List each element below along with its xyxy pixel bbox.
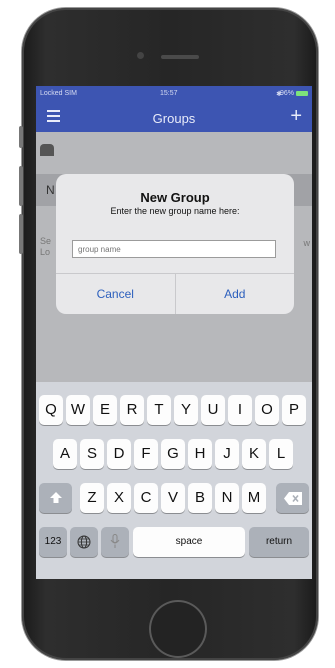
battery-icon <box>296 91 308 96</box>
key-m[interactable]: M <box>242 483 266 513</box>
delete-backspace-icon[interactable] <box>276 483 309 513</box>
key-q[interactable]: Q <box>39 395 63 425</box>
new-group-dialog: New Group Enter the new group name here:… <box>56 174 294 314</box>
key-f[interactable]: F <box>134 439 158 469</box>
key-c[interactable]: C <box>134 483 158 513</box>
key-a[interactable]: A <box>53 439 77 469</box>
key-p[interactable]: P <box>282 395 306 425</box>
key-i[interactable]: I <box>228 395 252 425</box>
microphone-icon[interactable] <box>101 527 129 557</box>
return-key[interactable]: return <box>249 527 309 557</box>
earpiece-speaker <box>161 55 199 59</box>
group-row-label: N <box>46 183 55 197</box>
key-h[interactable]: H <box>188 439 212 469</box>
key-n[interactable]: N <box>215 483 239 513</box>
key-j[interactable]: J <box>215 439 239 469</box>
key-l[interactable]: L <box>269 439 293 469</box>
page-title: Groups <box>152 111 196 126</box>
globe-icon[interactable] <box>70 527 98 557</box>
volume-up-button <box>19 166 23 206</box>
key-w[interactable]: W <box>66 395 90 425</box>
space-key[interactable]: space <box>133 527 245 557</box>
group-name-input[interactable] <box>72 240 276 258</box>
add-button[interactable]: Add <box>174 274 295 314</box>
carrier-label: Locked SIM <box>40 90 77 97</box>
key-r[interactable]: R <box>120 395 144 425</box>
phone-screen: Locked SIM 15:57 ✱ 96% Groups + N Se Lo … <box>36 86 312 579</box>
mute-switch <box>19 126 23 148</box>
dialog-message: Enter the new group name here: <box>110 206 240 216</box>
keyboard-row-3: Z X C V B N M <box>36 483 312 513</box>
folder-icon <box>40 144 54 156</box>
volume-down-button <box>19 214 23 254</box>
key-o[interactable]: O <box>255 395 279 425</box>
keyboard-row-1: Q W E R T Y U I O P <box>36 395 312 425</box>
navigation-bar: Groups + <box>36 102 312 132</box>
cancel-button[interactable]: Cancel <box>56 274 175 314</box>
keyboard: Q W E R T Y U I O P A S D F G H J K L Z <box>36 382 312 579</box>
background-text-line: Se <box>40 236 52 246</box>
key-z[interactable]: Z <box>80 483 104 513</box>
key-b[interactable]: B <box>188 483 212 513</box>
keyboard-row-4: 123 space return <box>36 527 312 557</box>
background-text-right: w <box>303 238 311 248</box>
key-k[interactable]: K <box>242 439 266 469</box>
key-g[interactable]: G <box>161 439 185 469</box>
key-s[interactable]: S <box>80 439 104 469</box>
key-y[interactable]: Y <box>174 395 198 425</box>
key-t[interactable]: T <box>147 395 171 425</box>
key-e[interactable]: E <box>93 395 117 425</box>
key-v[interactable]: V <box>161 483 185 513</box>
background-text-line: Lo <box>40 247 51 257</box>
shift-arrow-icon[interactable] <box>39 483 72 513</box>
clock: 15:57 <box>160 90 178 97</box>
status-bar: Locked SIM 15:57 ✱ 96% <box>36 86 312 102</box>
plus-icon[interactable]: + <box>290 106 302 126</box>
numbers-key[interactable]: 123 <box>39 527 67 557</box>
key-x[interactable]: X <box>107 483 131 513</box>
dialog-button-bar: Cancel Add <box>56 273 294 314</box>
keyboard-row-2: A S D F G H J K L <box>36 439 312 469</box>
front-camera <box>137 52 144 59</box>
battery-percent: 96% <box>279 90 294 97</box>
home-button[interactable] <box>149 600 207 658</box>
key-u[interactable]: U <box>201 395 225 425</box>
dialog-title: New Group <box>140 190 210 205</box>
key-d[interactable]: D <box>107 439 131 469</box>
